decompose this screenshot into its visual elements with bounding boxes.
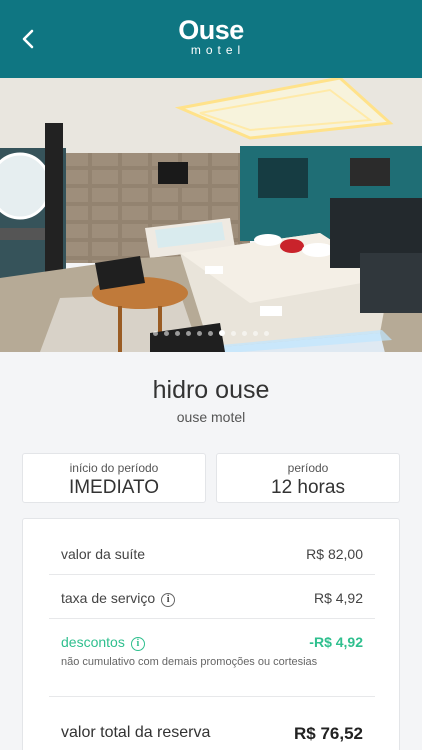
discount-value: -R$ 4,92: [309, 634, 363, 650]
suite-price-label: valor da suíte: [61, 546, 146, 562]
divider: [49, 574, 375, 575]
carousel-dot[interactable]: [253, 331, 258, 336]
period-start-label: início do período: [69, 461, 159, 475]
carousel-dot[interactable]: [242, 331, 247, 336]
motel-name: ouse motel: [176, 409, 246, 425]
info-icon[interactable]: i: [161, 593, 176, 607]
info-icon[interactable]: i: [130, 637, 145, 651]
carousel-dot[interactable]: [264, 331, 269, 336]
divider: [49, 618, 375, 619]
total-value: R$ 76,52: [294, 724, 363, 743]
carousel-dot[interactable]: [153, 331, 158, 336]
period-duration-value: 12 horas: [271, 477, 345, 498]
discount-note: não cumulativo com demais promoções ou c…: [61, 656, 318, 668]
app-header: Ouse motel: [0, 0, 422, 78]
ouse-logo: Ouse motel: [0, 16, 422, 57]
carousel-dot[interactable]: [197, 331, 202, 336]
divider: [49, 696, 375, 697]
service-fee-label: taxa de serviço: [61, 590, 156, 606]
carousel-dot[interactable]: [186, 331, 191, 336]
period-start-card[interactable]: início do período IMEDIATO: [22, 453, 206, 503]
carousel-indicator: [0, 330, 422, 336]
period-duration-card[interactable]: período 12 horas: [216, 453, 400, 503]
carousel-dot-active[interactable]: [219, 330, 225, 336]
suite-photo: [0, 78, 422, 352]
carousel-dot[interactable]: [164, 331, 169, 336]
suite-photo-carousel[interactable]: [0, 78, 422, 352]
discount-label: descontos: [61, 634, 125, 650]
price-summary-card: valor da suíte R$ 82,00 taxa de serviço i…: [22, 518, 400, 750]
total-label: valor total da reserva: [61, 724, 211, 741]
logo-name: Ouse: [178, 15, 244, 45]
period-duration-label: período: [287, 461, 329, 475]
carousel-dot[interactable]: [175, 331, 180, 336]
period-start-value: IMEDIATO: [68, 477, 160, 498]
carousel-dot[interactable]: [231, 331, 236, 336]
service-fee-value: R$ 4,92: [313, 590, 363, 606]
suite-name: hidro ouse: [152, 376, 270, 404]
carousel-dot[interactable]: [208, 331, 213, 336]
logo-subtitle: motel: [190, 43, 246, 57]
suite-price-value: R$ 82,00: [306, 546, 363, 562]
